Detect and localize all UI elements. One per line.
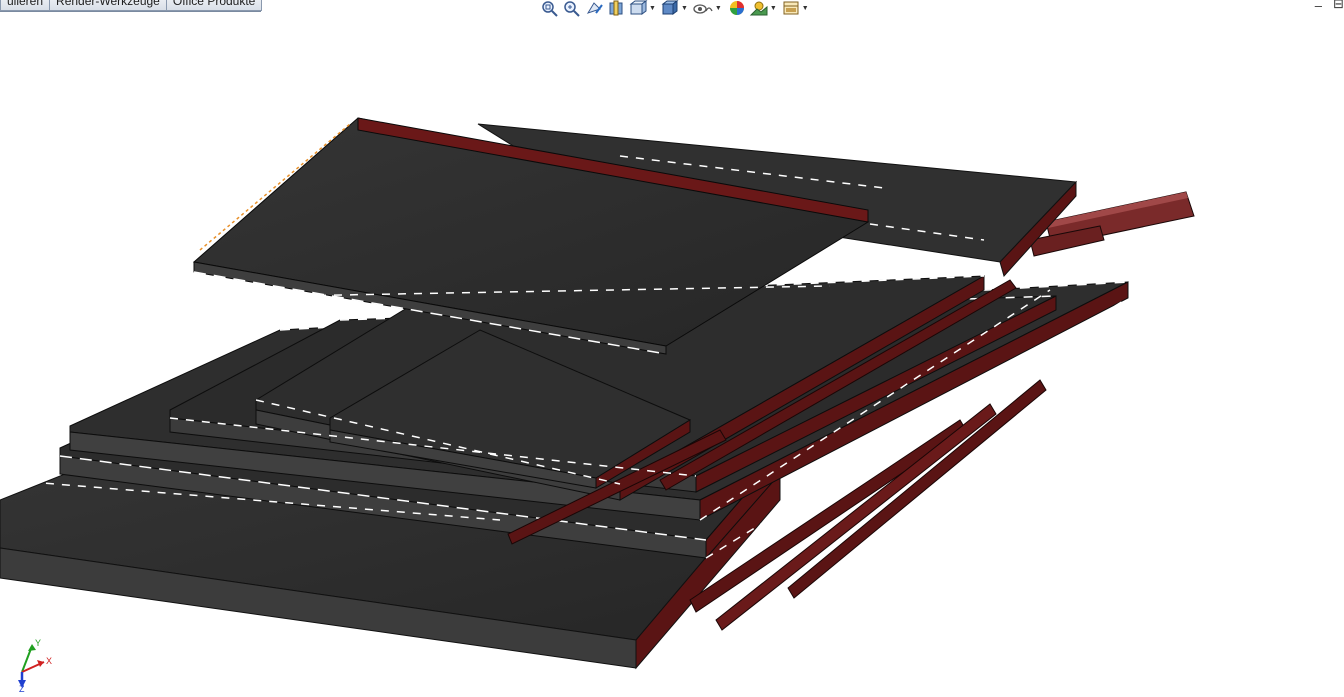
triad-z-label: Z <box>19 684 25 692</box>
triad-x-label: X <box>46 656 52 666</box>
triad-y-label: Y <box>35 638 41 648</box>
graphics-viewport[interactable] <box>0 0 1344 694</box>
reference-triad: Y X Z <box>10 636 60 694</box>
